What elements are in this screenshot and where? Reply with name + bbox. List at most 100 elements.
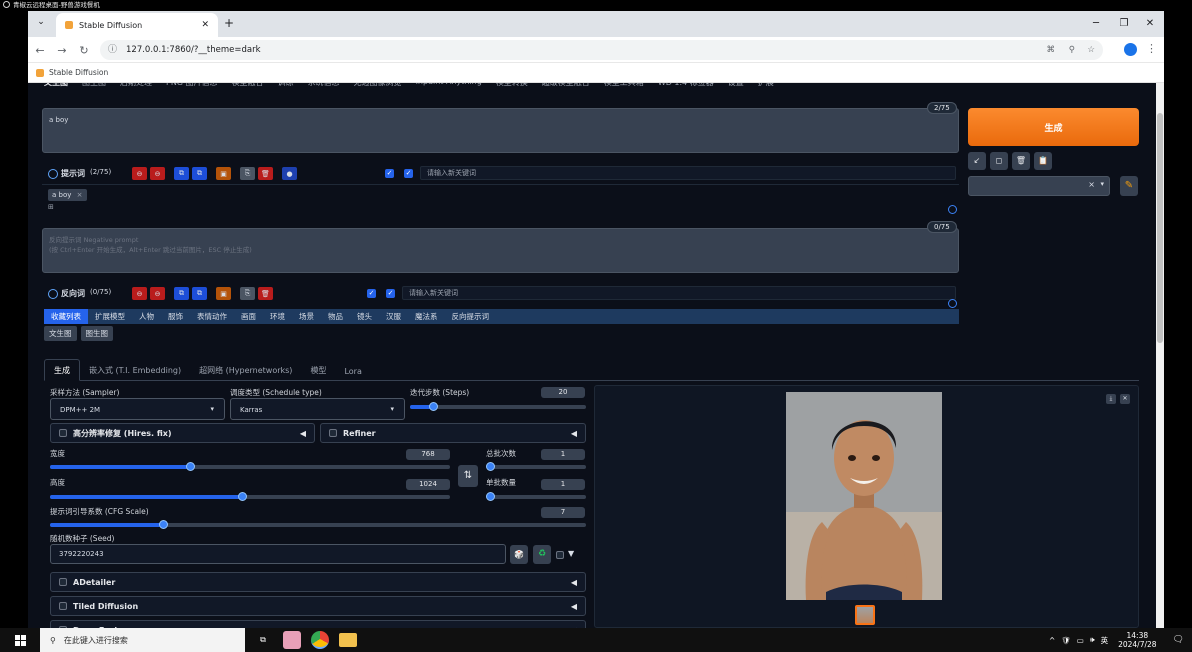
main-tab[interactable]: 扩展 xyxy=(758,83,774,91)
styles-dropdown[interactable]: × ▾ xyxy=(968,176,1110,196)
bookmark-star-icon[interactable]: ☆ xyxy=(1087,40,1095,60)
slider-knob[interactable] xyxy=(486,492,495,501)
menu-icon[interactable]: ⋮ xyxy=(1146,42,1157,55)
chevron-down-icon[interactable]: ▾ xyxy=(1100,180,1104,188)
helper-checkbox-2[interactable]: ✓ xyxy=(404,169,413,178)
ime-indicator[interactable]: 英 xyxy=(1101,635,1109,646)
helper-tool-icon[interactable]: ▣ xyxy=(216,167,231,180)
expand-icon-2[interactable] xyxy=(948,299,957,308)
prompt-textarea[interactable]: a boy xyxy=(42,108,959,153)
browser-tab[interactable]: Stable Diffusion ✕ xyxy=(56,13,218,37)
tab-search-icon[interactable]: ⌄ xyxy=(34,17,48,31)
bookmark-stable-diffusion[interactable]: Stable Diffusion xyxy=(49,68,108,77)
main-tab[interactable]: 模型工具箱 xyxy=(604,83,644,91)
steps-slider[interactable] xyxy=(410,402,586,411)
helper-tool-icon[interactable]: ⊖ xyxy=(150,167,165,180)
refiner-accordion[interactable]: Refiner ◀ xyxy=(320,423,586,443)
main-tab[interactable]: 模型融合 xyxy=(232,83,264,91)
helper-tool-icon[interactable]: ⊖ xyxy=(132,167,147,180)
section-tab[interactable]: 生成 xyxy=(44,359,80,381)
helper-tool-icon[interactable]: 🗑 xyxy=(258,167,273,180)
reload-icon[interactable]: ↻ xyxy=(74,40,94,60)
extension-accordion[interactable]: ADetailer ◀ xyxy=(50,572,586,592)
category-tab[interactable]: 汉服 xyxy=(379,309,408,324)
category-tab[interactable]: 扩展模型 xyxy=(88,309,132,324)
cfg-input[interactable]: 7 xyxy=(541,507,585,518)
negative-prompt-textarea[interactable]: 反向提示词 Negative prompt (按 Ctrl+Enter 开始生成… xyxy=(42,228,959,273)
action-icon[interactable]: ◻ xyxy=(990,152,1008,170)
minimize-button[interactable]: ─ xyxy=(1082,11,1110,35)
sub-tab[interactable]: 文生图 xyxy=(44,326,77,341)
address-bar[interactable]: ⓘ 127.0.0.1:7860/?__theme=dark ⌘ ⚲ ☆ xyxy=(100,40,1103,60)
main-tab[interactable]: 后期处理 xyxy=(120,83,152,91)
helper-tool-icon[interactable]: ● xyxy=(282,167,297,180)
collapse-icon-2[interactable] xyxy=(48,289,58,299)
extension-accordion[interactable]: DemoFusion◀ xyxy=(50,620,586,628)
main-tab[interactable]: Inpaint Anything xyxy=(416,83,482,91)
file-explorer-icon[interactable] xyxy=(339,633,357,647)
tab-close-icon[interactable]: ✕ xyxy=(201,20,209,30)
tray-overflow-icon[interactable]: ^ xyxy=(1049,636,1055,645)
network-icon[interactable]: ▭ xyxy=(1077,636,1084,645)
style-edit-icon[interactable]: ✎ xyxy=(1120,176,1138,196)
helper-tool-icon[interactable]: ⊖ xyxy=(150,287,165,300)
collapse-icon[interactable] xyxy=(48,169,58,179)
action-icon[interactable]: ↙ xyxy=(968,152,986,170)
main-tab[interactable]: 模型转换 xyxy=(496,83,528,91)
batch-count-input[interactable]: 1 xyxy=(541,449,585,460)
taskbar-search[interactable]: ⚲ 在此键入进行搜索 xyxy=(40,628,245,652)
maximize-button[interactable]: ❐ xyxy=(1110,11,1138,35)
extra-seed-checkbox[interactable] xyxy=(556,551,564,559)
section-tab[interactable]: 嵌入式 (T.I. Embedding) xyxy=(80,365,190,380)
neg-helper-checkbox[interactable]: ✓ xyxy=(367,289,376,298)
refiner-checkbox[interactable] xyxy=(329,429,337,437)
section-tab[interactable]: 模型 xyxy=(301,365,335,380)
generate-button[interactable]: 生成 xyxy=(968,108,1139,146)
hires-checkbox[interactable] xyxy=(59,429,67,437)
start-button[interactable] xyxy=(0,628,40,652)
seed-input[interactable]: 3792220243 xyxy=(50,544,506,564)
helper-tool-icon[interactable]: ⊖ xyxy=(132,287,147,300)
close-icon[interactable]: ✕ xyxy=(1120,394,1130,404)
batch-size-input[interactable]: 1 xyxy=(541,479,585,490)
tag-close-icon[interactable]: × xyxy=(77,191,83,199)
batch-count-slider[interactable] xyxy=(486,462,586,471)
accordion-checkbox[interactable] xyxy=(59,602,67,610)
gallery-thumbnail[interactable] xyxy=(855,605,875,625)
action-icon[interactable]: 🗑 xyxy=(1012,152,1030,170)
main-tab[interactable]: 设置 xyxy=(728,83,744,91)
download-icon[interactable]: ⤓ xyxy=(1106,394,1116,404)
profile-avatar[interactable] xyxy=(1124,43,1137,56)
helper-checkbox[interactable]: ✓ xyxy=(385,169,394,178)
slider-knob[interactable] xyxy=(238,492,247,501)
keyword-input[interactable]: 请输入新关键词 xyxy=(420,166,956,180)
taskbar-app-1[interactable] xyxy=(283,631,301,649)
prompt-tag[interactable]: a boy × xyxy=(48,189,87,201)
slider-knob[interactable] xyxy=(486,462,495,471)
section-tab[interactable]: Lora xyxy=(335,367,370,380)
main-tab[interactable]: 系统信息 xyxy=(308,83,340,91)
helper-tool-icon[interactable]: ⧉ xyxy=(192,287,207,300)
main-tab[interactable]: PNG 图片信息 xyxy=(166,83,218,91)
shield-icon[interactable]: 🛡 xyxy=(1061,636,1071,645)
slider-knob[interactable] xyxy=(428,402,438,411)
category-tab[interactable]: 表情动作 xyxy=(190,309,234,324)
expand-icon[interactable] xyxy=(948,205,957,214)
category-tab[interactable]: 人物 xyxy=(132,309,161,324)
helper-tool-icon[interactable]: ⎘ xyxy=(240,167,255,180)
slider-knob[interactable] xyxy=(158,520,168,529)
height-input[interactable]: 1024 xyxy=(406,479,450,490)
tag-group-icon[interactable]: ⊞ xyxy=(48,203,54,211)
category-tab[interactable]: 魔法系 xyxy=(408,309,445,324)
main-tab[interactable]: 图生图 xyxy=(82,83,106,91)
category-tab[interactable]: 场景 xyxy=(292,309,321,324)
action-icon[interactable]: 📋 xyxy=(1034,152,1052,170)
helper-tool-icon[interactable]: ⧉ xyxy=(174,287,189,300)
back-icon[interactable]: ← xyxy=(30,40,50,60)
neg-helper-checkbox-2[interactable]: ✓ xyxy=(386,289,395,298)
category-tab[interactable]: 画面 xyxy=(234,309,263,324)
width-input[interactable]: 768 xyxy=(406,449,450,460)
swap-dimensions-button[interactable]: ⇅ xyxy=(458,465,478,487)
helper-tool-icon[interactable]: ⧉ xyxy=(174,167,189,180)
hires-fix-accordion[interactable]: 高分辨率修复 (Hires. fix) ◀ xyxy=(50,423,315,443)
